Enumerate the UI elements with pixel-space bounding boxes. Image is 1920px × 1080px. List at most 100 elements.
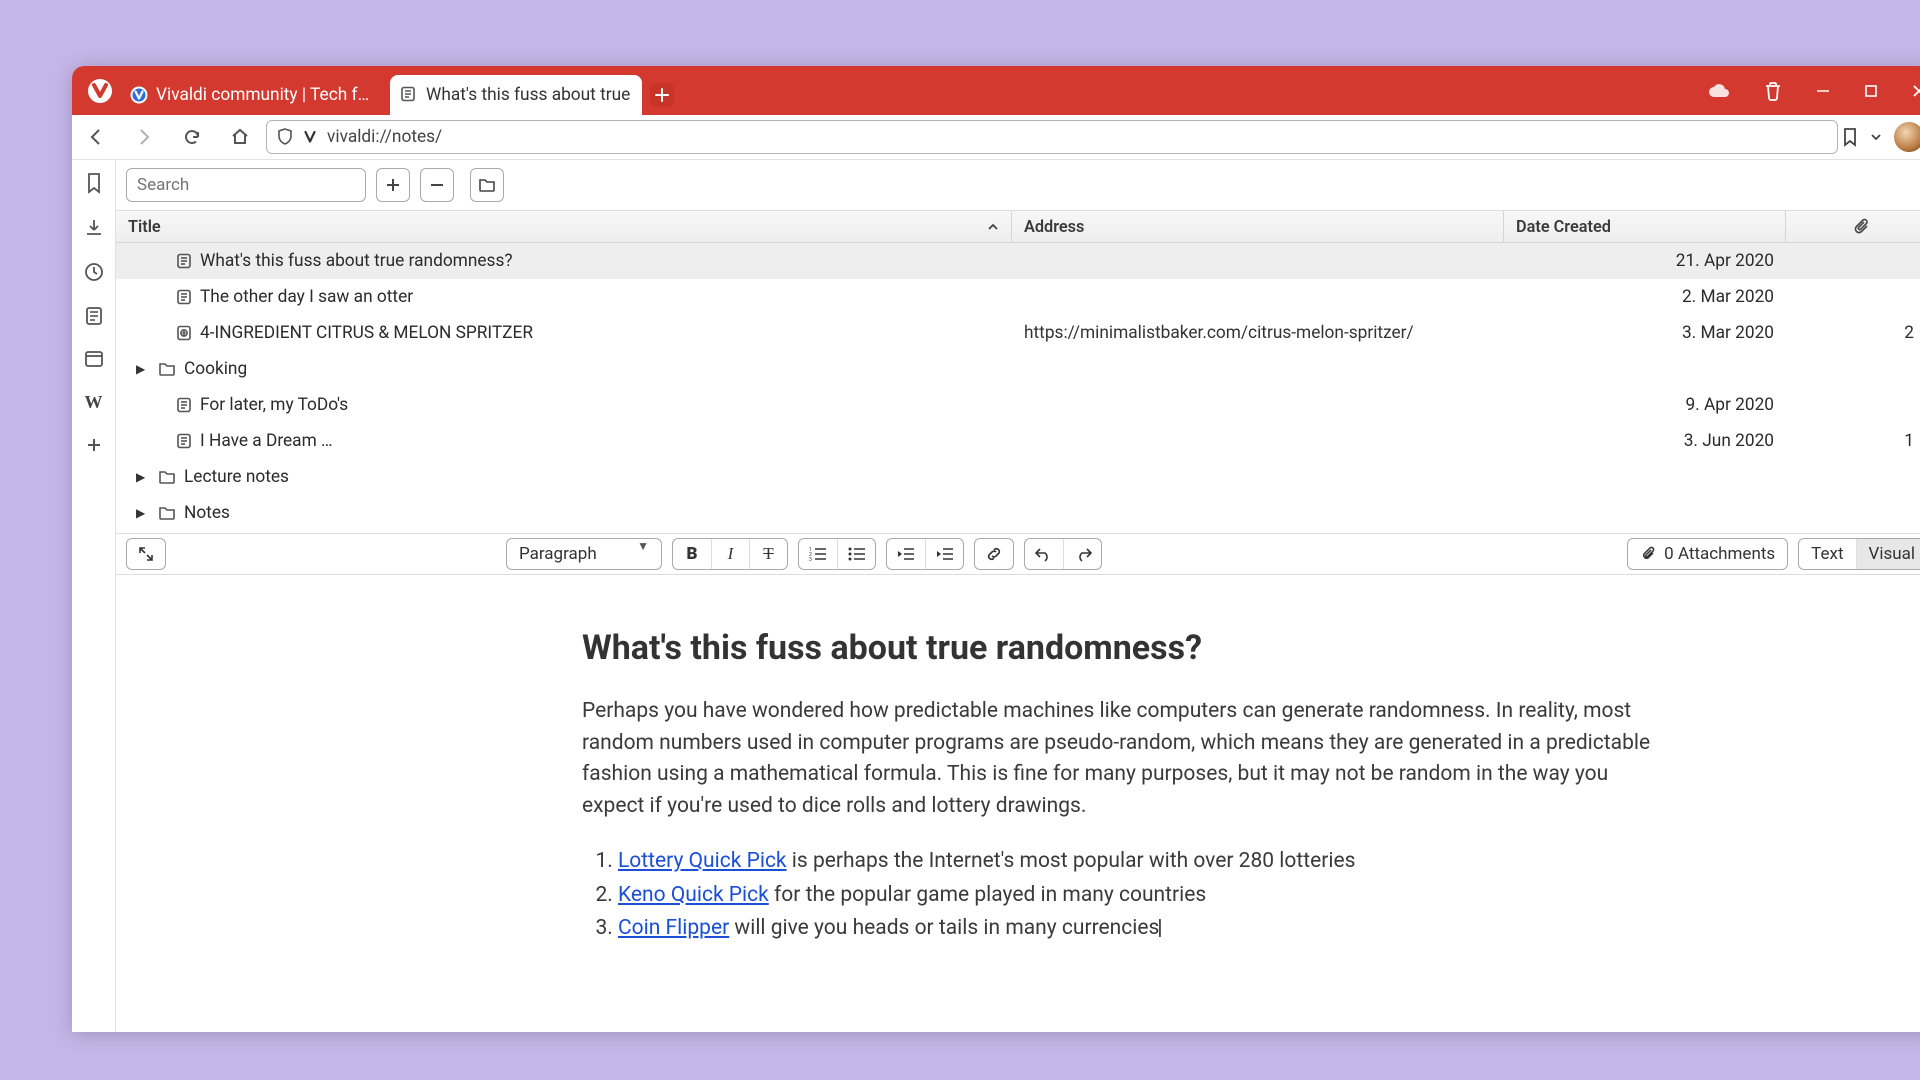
unordered-list-button[interactable]: [837, 539, 875, 569]
row-address: [1012, 351, 1504, 387]
panel-add-button[interactable]: [86, 437, 102, 453]
mode-visual-button[interactable]: Visual: [1856, 539, 1920, 569]
bold-button[interactable]: B: [673, 539, 711, 569]
undo-button[interactable]: [1025, 539, 1063, 569]
row-title: Cooking: [184, 359, 247, 379]
address-bar: [72, 115, 1920, 160]
link-icon: [985, 545, 1003, 563]
tree-toggle-icon[interactable]: ▶: [136, 362, 150, 376]
row-date: 2. Mar 2020: [1504, 279, 1786, 315]
bookmark-menu-button[interactable]: [1870, 131, 1882, 143]
note-add-button[interactable]: [376, 168, 410, 202]
column-date[interactable]: Date Created: [1504, 211, 1786, 242]
notes-list: Title Address Date Created What's this f…: [116, 210, 1920, 533]
note-link[interactable]: Coin Flipper: [618, 916, 729, 940]
panel-bookmarks-button[interactable]: [85, 172, 103, 194]
paragraph-select[interactable]: Paragraph ▼: [506, 538, 662, 570]
tab-background[interactable]: Vivaldi community | Tech forum: [120, 75, 390, 115]
row-attachments: [1786, 351, 1920, 387]
column-attachments[interactable]: [1786, 211, 1920, 242]
italic-button[interactable]: I: [711, 539, 749, 569]
column-title[interactable]: Title: [116, 211, 1012, 242]
note-row[interactable]: 4-INGREDIENT CITRUS & MELON SPRITZER http…: [116, 315, 1920, 351]
nav-forward-button[interactable]: [122, 115, 166, 159]
folder-row[interactable]: ▶ Notes: [116, 495, 1920, 531]
window-close-button[interactable]: [1912, 84, 1920, 98]
svg-text:3: 3: [809, 557, 812, 562]
panel-notes-button[interactable]: [85, 306, 103, 326]
nav-back-button[interactable]: [74, 115, 118, 159]
row-date: [1504, 351, 1786, 387]
chevron-down-icon: [1870, 131, 1882, 143]
ordered-list-button[interactable]: 123: [799, 539, 837, 569]
note-favicon-icon: [400, 86, 418, 104]
note-row[interactable]: For later, my ToDo's9. Apr 2020: [116, 387, 1920, 423]
note-icon: [176, 433, 192, 449]
note-title: What's this fuss about true randomness?: [582, 623, 1842, 674]
note-link[interactable]: Keno Quick Pick: [618, 883, 769, 907]
row-address: [1012, 279, 1504, 315]
profile-avatar[interactable]: [1894, 122, 1920, 152]
side-panel: W: [72, 160, 116, 1032]
window-maximize-button[interactable]: [1864, 84, 1878, 98]
row-date: [1504, 495, 1786, 531]
tree-toggle-icon[interactable]: ▶: [136, 470, 150, 484]
row-title: Notes: [184, 503, 230, 523]
notes-list-header: Title Address Date Created: [116, 211, 1920, 243]
list-item: Coin Flipper will give you heads or tail…: [618, 913, 1652, 945]
row-title: Lecture notes: [184, 467, 289, 487]
window-minimize-button[interactable]: [1816, 84, 1830, 98]
panel-window-button[interactable]: [84, 350, 104, 368]
note-web-icon: [176, 325, 192, 341]
outdent-button[interactable]: [887, 539, 925, 569]
bookmark-button[interactable]: [1842, 127, 1858, 147]
shield-icon: [277, 128, 293, 146]
note-icon: [176, 289, 192, 305]
note-remove-button[interactable]: [420, 168, 454, 202]
list-item: Keno Quick Pick for the popular game pla…: [618, 880, 1652, 912]
nav-home-button[interactable]: [218, 115, 262, 159]
folder-row[interactable]: ▶ Lecture notes: [116, 459, 1920, 495]
note-link[interactable]: Lottery Quick Pick: [618, 849, 787, 873]
vivaldi-logo-icon: [86, 77, 114, 105]
nav-reload-button[interactable]: [170, 115, 214, 159]
note-row[interactable]: The other day I saw an otter 2. Mar 2020: [116, 279, 1920, 315]
mode-text-button[interactable]: Text: [1799, 539, 1855, 569]
attachment-icon: [1853, 218, 1871, 236]
row-title: The other day I saw an otter: [200, 287, 413, 307]
address-field[interactable]: [266, 120, 1838, 154]
strike-button[interactable]: T: [749, 539, 787, 569]
vivaldi-menu-button[interactable]: [80, 71, 120, 111]
browser-window: Vivaldi community | Tech forum What's th…: [72, 66, 1920, 1032]
column-address[interactable]: Address: [1012, 211, 1504, 242]
tab-active[interactable]: What's this fuss about true: [390, 75, 642, 115]
row-date: 3. Mar 2020: [1504, 315, 1786, 351]
note-folder-button[interactable]: [470, 168, 504, 202]
editor-body[interactable]: What's this fuss about true randomness? …: [116, 575, 1920, 987]
note-list: Lottery Quick Pick is perhaps the Intern…: [582, 846, 1652, 945]
note-row[interactable]: What's this fuss about true randomness?2…: [116, 243, 1920, 279]
url-input[interactable]: [327, 127, 1827, 147]
folder-row[interactable]: ▶ Cooking: [116, 351, 1920, 387]
redo-button[interactable]: [1063, 539, 1101, 569]
row-title: 4-INGREDIENT CITRUS & MELON SPRITZER: [200, 323, 533, 343]
sync-cloud-icon[interactable]: [1708, 83, 1730, 99]
link-button[interactable]: [975, 539, 1013, 569]
new-tab-button[interactable]: [650, 83, 674, 107]
plus-icon: [655, 88, 669, 102]
row-address: https://minimalistbaker.com/citrus-melon…: [1012, 315, 1504, 351]
panel-history-button[interactable]: [84, 262, 104, 282]
folder-icon: [158, 469, 176, 485]
notes-search-input[interactable]: [126, 168, 366, 202]
trash-button[interactable]: [1764, 81, 1782, 101]
panel-wikipedia-button[interactable]: W: [85, 392, 103, 413]
tree-toggle-icon[interactable]: ▶: [136, 506, 150, 520]
panel-downloads-button[interactable]: [84, 218, 104, 238]
note-row[interactable]: I Have a Dream …3. Jun 20201: [116, 423, 1920, 459]
list-item: Lottery Quick Pick is perhaps the Intern…: [618, 846, 1652, 878]
vivaldi-favicon-icon: [130, 86, 148, 104]
attachments-button[interactable]: 0 Attachments: [1627, 538, 1788, 570]
indent-button[interactable]: [925, 539, 963, 569]
editor-expand-button[interactable]: [126, 538, 166, 570]
expand-icon: [138, 546, 154, 562]
